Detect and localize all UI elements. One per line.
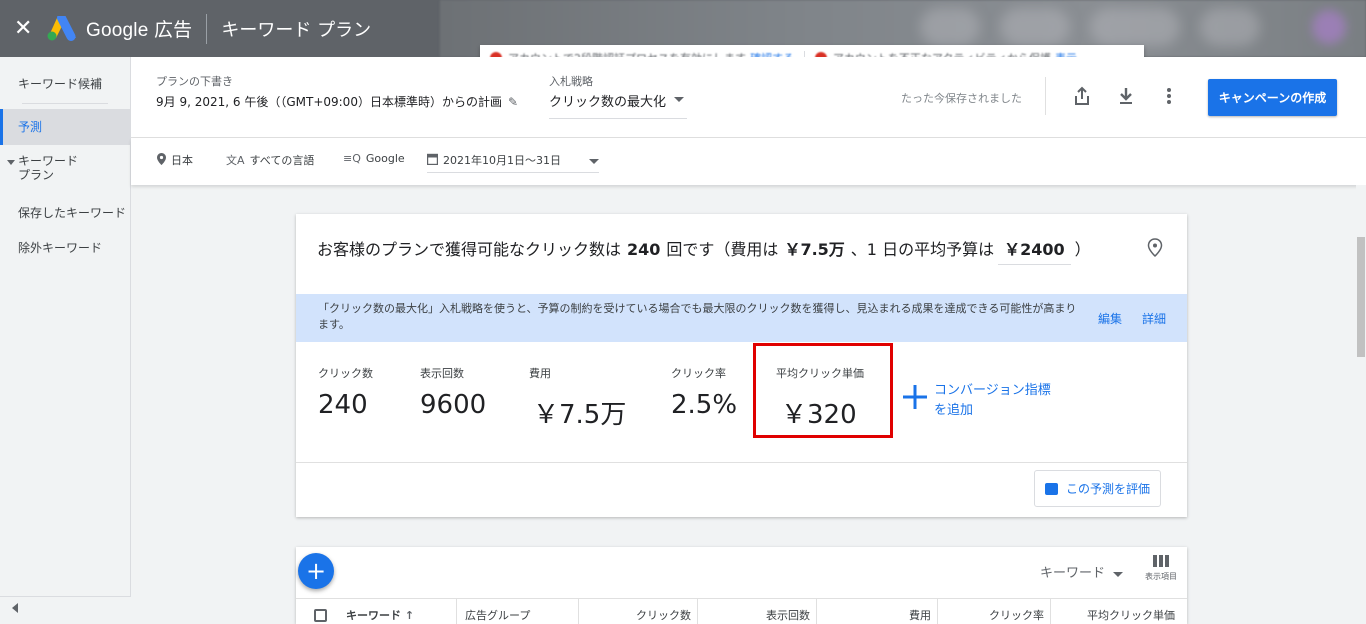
sidebar-item-saved-keywords[interactable]: 保存したキーワード (0, 204, 126, 221)
headline-clicks: 240 (627, 240, 661, 259)
draft-value[interactable]: 9月 9, 2021, 6 午後（（GMT+09:00）日本標準時）からの計画 ✎ (156, 93, 518, 110)
pencil-icon[interactable]: ✎ (508, 95, 518, 109)
highlight-box (753, 343, 893, 438)
brand-name: Google 広告 (86, 20, 193, 41)
columns-label: 表示項目 (1145, 572, 1177, 581)
caret-down-icon (7, 160, 15, 165)
keyword-table-card: + キーワード 表示項目 キーワード ↑ 広告グループ クリック数 表示回数 費… (296, 547, 1187, 624)
chevron-left-icon (12, 603, 18, 613)
metric-label-impressions: 表示回数 (420, 367, 464, 380)
page-scrollbar[interactable] (1356, 185, 1366, 624)
location-pin-icon[interactable] (1147, 238, 1163, 258)
title-divider (206, 13, 208, 44)
metric-label-clicks: クリック数 (318, 367, 373, 380)
dropdown-arrow-icon (1113, 572, 1124, 577)
banner-text: 「クリック数の最大化」入札戦略を使うと、予算の制約を受けている場合でも最大限のク… (318, 302, 1077, 331)
column-header-clicks[interactable]: クリック数 (578, 599, 697, 624)
sidebar-item-label: キーワード プラン (18, 154, 79, 182)
share-icon[interactable] (1071, 85, 1093, 107)
column-header-cost[interactable]: 費用 (816, 599, 937, 624)
add-button[interactable]: + (298, 553, 334, 589)
daily-budget-input[interactable]: ￥2400 (998, 236, 1071, 265)
rate-forecast-label: この予測を評価 (1065, 482, 1150, 496)
bid-strategy-banner: 「クリック数の最大化」入札戦略を使うと、予算の制約を受けている場合でも最大限のク… (296, 294, 1187, 342)
header-divider (1045, 77, 1046, 115)
location-pin-icon (157, 152, 166, 168)
location-filter[interactable]: 日本 (157, 152, 193, 168)
bid-strategy-label: 入札戦略 (549, 75, 593, 88)
headline-text: お客様のプランで獲得可能なクリック数は (317, 240, 622, 259)
create-campaign-button[interactable]: キャンペーンの作成 (1208, 79, 1337, 116)
forecast-headline: お客様のプランで獲得可能なクリック数は 240 回です（費用は ￥7.5万 、1 日の平… (317, 236, 1091, 265)
keyword-view-dropdown[interactable]: キーワード (1040, 562, 1124, 581)
forecast-card: お客様のプランで獲得可能なクリック数は 240 回です（費用は ￥7.5万 、1 日の平… (296, 214, 1187, 517)
close-icon[interactable]: ✕ (14, 17, 40, 40)
metric-label-cost: 費用 (529, 367, 551, 380)
select-all-checkbox[interactable] (314, 609, 327, 622)
download-icon[interactable] (1115, 85, 1137, 107)
sidebar: キーワード候補 予測 キーワード プラン 保存したキーワード 除外キーワード (0, 57, 131, 624)
column-header-ctr[interactable]: クリック率 (937, 599, 1050, 624)
bid-strategy-value: クリック数の最大化 (549, 95, 667, 110)
blurred-item (1200, 8, 1260, 46)
network-filter[interactable]: ≡Q Google (343, 152, 405, 165)
filter-bar: 日本 文A すべての言語 ≡Q Google 2021年10月1日～31日 (131, 138, 1366, 185)
sidebar-item-negative-keywords[interactable]: 除外キーワード (0, 239, 102, 256)
plan-header: プランの下書き 9月 9, 2021, 6 午後（（GMT+09:00）日本標準… (131, 57, 1366, 138)
language-value: すべての言語 (249, 154, 315, 167)
blurred-item (1090, 8, 1180, 46)
metric-value-clicks: 240 (318, 390, 368, 420)
column-header-label: キーワード (346, 609, 401, 622)
translate-icon: 文A (226, 154, 245, 167)
columns-icon (1141, 555, 1181, 567)
search-network-icon: ≡Q (343, 152, 361, 165)
account-avatar[interactable] (1312, 10, 1346, 44)
metric-value-cost: ￥7.5万 (533, 400, 627, 430)
details-link[interactable]: 詳細 (1142, 310, 1166, 327)
date-range-filter[interactable]: 2021年10月1日～31日 (426, 152, 599, 173)
column-header-ad-group[interactable]: 広告グループ (456, 599, 578, 624)
blurred-item (920, 8, 980, 46)
columns-button[interactable]: 表示項目 (1141, 555, 1181, 582)
metric-value-ctr: 2.5% (671, 390, 738, 420)
edit-link[interactable]: 編集 (1098, 310, 1122, 327)
dropdown-arrow-icon (674, 97, 685, 102)
sidebar-divider (22, 103, 108, 104)
blurred-item (1000, 8, 1070, 46)
card-divider (296, 462, 1187, 463)
page-title: キーワード プラン (221, 19, 372, 41)
column-header-impressions[interactable]: 表示回数 (697, 599, 816, 624)
google-ads-logo-icon (46, 13, 78, 42)
draft-label: プランの下書き (156, 75, 233, 88)
more-vert-icon[interactable] (1158, 85, 1180, 107)
keyword-view-value: キーワード (1040, 566, 1106, 581)
language-filter[interactable]: 文A すべての言語 (226, 152, 314, 168)
metric-label-ctr: クリック率 (671, 367, 726, 380)
collapse-sidebar-button[interactable] (0, 596, 131, 624)
save-status: たった今保存されました (901, 92, 1022, 105)
bid-strategy-select[interactable]: クリック数の最大化 (549, 91, 687, 119)
headline-text: 、1 日の平均予算は (850, 240, 995, 259)
dropdown-arrow-icon (589, 158, 599, 164)
location-value: 日本 (171, 154, 193, 167)
column-header-avg-cpc[interactable]: 平均クリック単価 (1050, 599, 1181, 624)
rate-forecast-button[interactable]: この予測を評価 (1034, 470, 1161, 507)
sort-arrow-up-icon: ↑ (404, 609, 415, 622)
table-header: キーワード ↑ 広告グループ クリック数 表示回数 費用 クリック率 平均クリッ… (296, 598, 1187, 624)
sidebar-item-forecast[interactable]: 予測 (0, 109, 130, 145)
sidebar-item-keyword-plan[interactable]: キーワード プラン (0, 154, 78, 182)
date-range-value: 2021年10月1日～31日 (443, 154, 561, 167)
add-conversion-metric-link[interactable]: コンバージョン指標 を追加 (934, 381, 1051, 421)
sidebar-item-keyword-ideas[interactable]: キーワード候補 (0, 75, 102, 92)
calendar-icon (426, 153, 439, 168)
network-value: Google (365, 152, 405, 165)
feedback-icon (1044, 482, 1058, 495)
draft-value-text: 9月 9, 2021, 6 午後（（GMT+09:00）日本標準時）からの計画 (156, 95, 502, 109)
metric-value-impressions: 9600 (420, 390, 487, 420)
scrollbar-thumb[interactable] (1357, 237, 1365, 357)
column-header-keyword[interactable]: キーワード ↑ (346, 607, 414, 623)
headline-text: ） (1074, 240, 1091, 259)
headline-cost: ￥7.5万 (784, 240, 845, 259)
headline-text: 回です（費用は (666, 240, 779, 259)
